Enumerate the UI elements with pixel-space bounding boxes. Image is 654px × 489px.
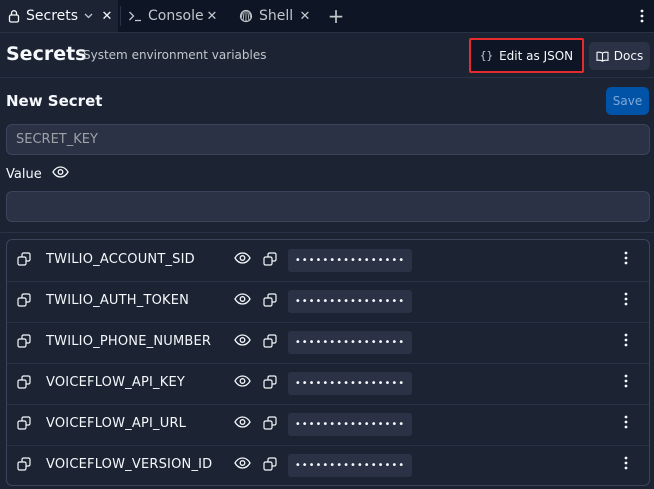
eye-icon[interactable] bbox=[234, 375, 251, 387]
secret-value-input[interactable] bbox=[6, 191, 650, 222]
kebab-menu-icon[interactable] bbox=[624, 292, 628, 306]
docs-button[interactable]: Docs bbox=[589, 42, 650, 70]
kebab-menu-icon[interactable] bbox=[624, 251, 628, 265]
terminal-icon bbox=[128, 10, 142, 22]
page-title: Secrets bbox=[6, 43, 87, 65]
copy-icon[interactable] bbox=[263, 334, 278, 349]
secret-key: TWILIO_ACCOUNT_SID bbox=[46, 252, 195, 267]
form-divider bbox=[0, 232, 654, 233]
copy-icon[interactable] bbox=[263, 416, 278, 431]
new-secret-title: New Secret bbox=[6, 92, 103, 110]
eye-icon[interactable] bbox=[234, 457, 251, 469]
save-button[interactable]: Save bbox=[606, 87, 649, 115]
eye-icon[interactable] bbox=[234, 416, 251, 428]
secret-masked-value[interactable]: •••••••••••••••• bbox=[288, 331, 412, 354]
secret-key: TWILIO_PHONE_NUMBER bbox=[46, 334, 212, 349]
tab-bar: Secrets ✕ Console ✕ Shell ✕ + bbox=[0, 0, 654, 33]
secrets-list: TWILIO_ACCOUNT_SID •••••••••••••••• TWIL… bbox=[6, 239, 650, 486]
value-label: Value bbox=[6, 167, 42, 182]
secret-row: TWILIO_AUTH_TOKEN •••••••••••••••• bbox=[7, 281, 649, 323]
copy-icon[interactable] bbox=[263, 375, 278, 390]
lock-icon bbox=[8, 9, 20, 23]
copy-icon[interactable] bbox=[17, 416, 32, 431]
tab-console[interactable]: Console bbox=[128, 0, 204, 32]
book-icon bbox=[596, 51, 609, 62]
tab-secrets-label: Secrets bbox=[26, 8, 79, 24]
edit-as-json-label: Edit as JSON bbox=[499, 48, 574, 63]
secret-key: VOICEFLOW_VERSION_ID bbox=[46, 457, 213, 472]
tab-console-close-icon[interactable]: ✕ bbox=[201, 0, 223, 32]
copy-icon[interactable] bbox=[17, 293, 32, 308]
tab-divider bbox=[120, 6, 121, 26]
secret-key: TWILIO_AUTH_TOKEN bbox=[46, 293, 190, 308]
secret-row: TWILIO_ACCOUNT_SID •••••••••••••••• bbox=[7, 240, 649, 282]
eye-icon[interactable] bbox=[234, 293, 251, 305]
page-subtitle: System environment variables bbox=[83, 48, 267, 62]
kebab-menu-icon[interactable] bbox=[624, 333, 628, 347]
secret-row: VOICEFLOW_VERSION_ID •••••••••••••••• bbox=[7, 445, 649, 485]
tab-shell[interactable]: Shell bbox=[239, 0, 293, 32]
tab-shell-label: Shell bbox=[259, 8, 294, 24]
secret-masked-value[interactable]: •••••••••••••••• bbox=[288, 249, 412, 272]
copy-icon[interactable] bbox=[17, 334, 32, 349]
docs-label: Docs bbox=[613, 49, 644, 63]
edit-as-json-button[interactable]: {} Edit as JSON bbox=[469, 38, 584, 73]
kebab-menu-icon[interactable] bbox=[624, 374, 628, 388]
braces-icon: {} bbox=[479, 49, 494, 62]
secret-masked-value[interactable]: •••••••••••••••• bbox=[288, 290, 412, 313]
secret-key-input[interactable]: SECRET_KEY bbox=[6, 124, 650, 155]
more-options-icon[interactable] bbox=[631, 0, 653, 32]
copy-icon[interactable] bbox=[17, 375, 32, 390]
copy-icon[interactable] bbox=[263, 457, 278, 472]
tab-console-label: Console bbox=[148, 8, 204, 24]
secret-row: TWILIO_PHONE_NUMBER •••••••••••••••• bbox=[7, 322, 649, 364]
tab-secrets[interactable]: Secrets bbox=[0, 0, 97, 32]
copy-icon[interactable] bbox=[263, 293, 278, 308]
kebab-menu-icon[interactable] bbox=[624, 415, 628, 429]
copy-icon[interactable] bbox=[17, 457, 32, 472]
eye-icon[interactable] bbox=[234, 334, 251, 346]
tab-shell-close-icon[interactable]: ✕ bbox=[294, 0, 316, 32]
header-divider bbox=[0, 77, 654, 78]
secret-key: VOICEFLOW_API_KEY bbox=[46, 375, 186, 390]
secret-row: VOICEFLOW_API_URL •••••••••••••••• bbox=[7, 404, 649, 446]
shell-icon bbox=[239, 9, 253, 23]
secret-key: VOICEFLOW_API_URL bbox=[46, 416, 187, 431]
secret-masked-value[interactable]: •••••••••••••••• bbox=[288, 372, 412, 395]
tab-secrets-close-icon[interactable]: ✕ bbox=[96, 0, 118, 32]
new-tab-plus-icon[interactable]: + bbox=[325, 0, 347, 32]
copy-icon[interactable] bbox=[263, 252, 278, 267]
eye-icon[interactable] bbox=[234, 252, 251, 264]
eye-icon[interactable] bbox=[52, 166, 69, 178]
chevron-down-icon[interactable] bbox=[84, 13, 93, 19]
secret-masked-value[interactable]: •••••••••••••••• bbox=[288, 413, 412, 436]
secret-masked-value[interactable]: •••••••••••••••• bbox=[288, 454, 412, 477]
kebab-menu-icon[interactable] bbox=[624, 456, 628, 470]
secret-row: VOICEFLOW_API_KEY •••••••••••••••• bbox=[7, 363, 649, 405]
copy-icon[interactable] bbox=[17, 252, 32, 267]
